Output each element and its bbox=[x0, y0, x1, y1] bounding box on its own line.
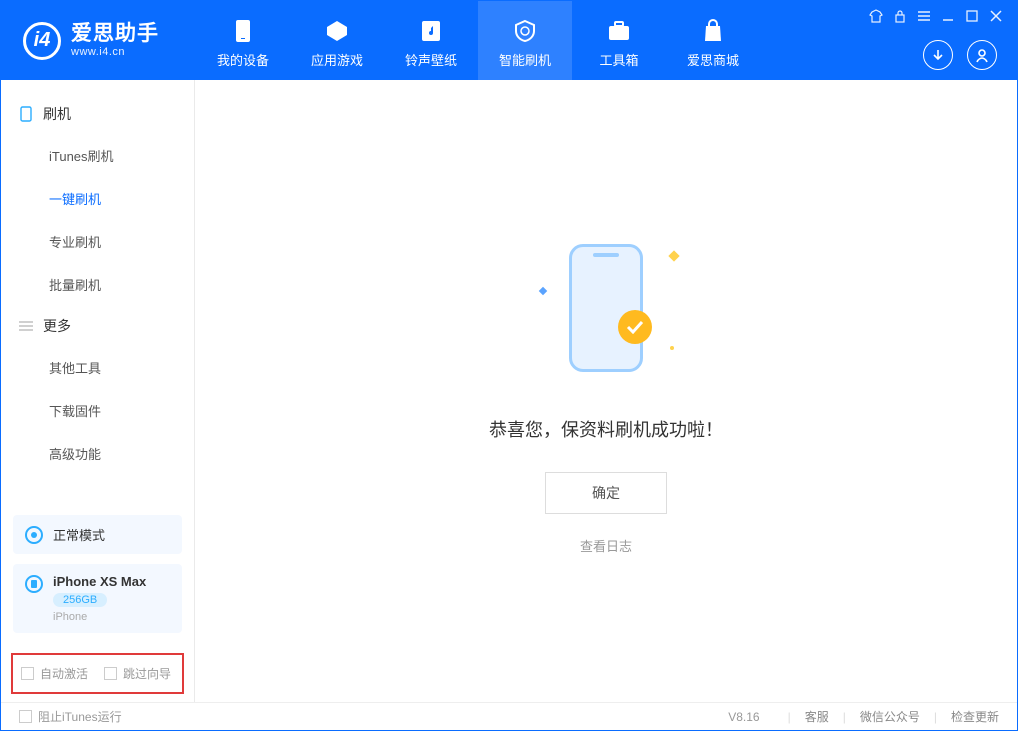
skip-guide-checkbox[interactable]: 跳过向导 bbox=[104, 665, 171, 682]
sidebar-item-itunes-flash[interactable]: iTunes刷机 bbox=[49, 134, 194, 177]
view-log-link[interactable]: 查看日志 bbox=[580, 536, 632, 555]
device-storage-badge: 256GB bbox=[53, 593, 107, 607]
nav-label: 我的设备 bbox=[217, 50, 269, 69]
ok-button[interactable]: 确定 bbox=[545, 472, 667, 514]
nav-apps[interactable]: 应用游戏 bbox=[290, 1, 384, 80]
footer-link-update[interactable]: 检查更新 bbox=[951, 708, 999, 725]
sidebar-item-other-tools[interactable]: 其他工具 bbox=[49, 346, 194, 389]
checkbox-label: 自动激活 bbox=[40, 665, 88, 682]
header-actions bbox=[923, 40, 997, 70]
close-icon[interactable] bbox=[989, 9, 1003, 23]
logo-area: i4 爱思助手 www.i4.cn bbox=[1, 1, 196, 80]
stop-itunes-checkbox[interactable]: 阻止iTunes运行 bbox=[19, 708, 122, 725]
lock-icon[interactable] bbox=[893, 9, 907, 23]
app-header: i4 爱思助手 www.i4.cn 我的设备 应用游戏 铃声壁纸 智能刷机 工具… bbox=[1, 1, 1017, 80]
download-button[interactable] bbox=[923, 40, 953, 70]
mode-icon bbox=[25, 526, 43, 544]
user-button[interactable] bbox=[967, 40, 997, 70]
nav-label: 智能刷机 bbox=[499, 50, 551, 69]
footer-link-support[interactable]: 客服 bbox=[805, 708, 829, 725]
nav-my-device[interactable]: 我的设备 bbox=[196, 1, 290, 80]
app-subtitle: www.i4.cn bbox=[71, 46, 159, 59]
sidebar-item-pro-flash[interactable]: 专业刷机 bbox=[49, 220, 194, 263]
checkbox-icon bbox=[19, 710, 32, 723]
window-controls bbox=[869, 9, 1003, 23]
nav-label: 工具箱 bbox=[599, 50, 638, 69]
checkbox-label: 跳过向导 bbox=[123, 665, 171, 682]
top-nav: 我的设备 应用游戏 铃声壁纸 智能刷机 工具箱 爱思商城 bbox=[196, 1, 760, 80]
checkbox-icon bbox=[21, 667, 34, 680]
footer: 阻止iTunes运行 V8.16 | 客服 | 微信公众号 | 检查更新 bbox=[1, 702, 1017, 730]
mode-card[interactable]: 正常模式 bbox=[13, 515, 182, 554]
shirt-icon[interactable] bbox=[869, 9, 883, 23]
sidebar-item-onekey-flash[interactable]: 一键刷机 bbox=[49, 177, 194, 220]
logo-icon: i4 bbox=[23, 22, 61, 60]
device-card[interactable]: iPhone XS Max 256GB iPhone bbox=[13, 564, 182, 633]
version-label: V8.16 bbox=[728, 710, 759, 724]
app-title: 爱思助手 bbox=[71, 22, 159, 46]
section-title: 刷机 bbox=[43, 104, 71, 124]
toolbox-icon bbox=[606, 18, 632, 44]
sidebar-section-flash: 刷机 bbox=[1, 94, 194, 134]
highlighted-options: 自动激活 跳过向导 bbox=[11, 653, 184, 694]
minimize-icon[interactable] bbox=[941, 9, 955, 23]
sparkle-icon bbox=[670, 346, 674, 350]
sparkle-icon bbox=[539, 286, 547, 294]
app-body: 刷机 iTunes刷机 一键刷机 专业刷机 批量刷机 更多 其他工具 下载固件 … bbox=[1, 80, 1017, 702]
music-icon bbox=[418, 18, 444, 44]
mode-label: 正常模式 bbox=[53, 525, 105, 544]
checkbox-icon bbox=[104, 667, 117, 680]
nav-label: 铃声壁纸 bbox=[405, 50, 457, 69]
sidebar: 刷机 iTunes刷机 一键刷机 专业刷机 批量刷机 更多 其他工具 下载固件 … bbox=[1, 80, 195, 702]
nav-label: 应用游戏 bbox=[311, 50, 363, 69]
bag-icon bbox=[700, 18, 726, 44]
nav-ringtones[interactable]: 铃声壁纸 bbox=[384, 1, 478, 80]
list-icon bbox=[19, 319, 33, 333]
nav-label: 爱思商城 bbox=[687, 50, 739, 69]
footer-link-wechat[interactable]: 微信公众号 bbox=[860, 708, 920, 725]
success-illustration bbox=[526, 228, 686, 388]
device-name: iPhone XS Max bbox=[53, 574, 146, 589]
nav-mall[interactable]: 爱思商城 bbox=[666, 1, 760, 80]
sidebar-item-advanced[interactable]: 高级功能 bbox=[49, 432, 194, 475]
checkbox-label: 阻止iTunes运行 bbox=[38, 708, 122, 725]
device-type: iPhone bbox=[53, 611, 146, 623]
cube-icon bbox=[324, 18, 350, 44]
main-content: 恭喜您，保资料刷机成功啦！ 确定 查看日志 bbox=[195, 80, 1017, 702]
device-icon bbox=[25, 575, 43, 593]
phone-graphic bbox=[569, 244, 643, 372]
maximize-icon[interactable] bbox=[965, 9, 979, 23]
sidebar-item-batch-flash[interactable]: 批量刷机 bbox=[49, 263, 194, 306]
success-message: 恭喜您，保资料刷机成功啦！ bbox=[489, 416, 723, 442]
auto-activate-checkbox[interactable]: 自动激活 bbox=[21, 665, 88, 682]
menu-icon[interactable] bbox=[917, 9, 931, 23]
sparkle-icon bbox=[668, 250, 679, 261]
sidebar-item-download-fw[interactable]: 下载固件 bbox=[49, 389, 194, 432]
sidebar-section-more: 更多 bbox=[1, 306, 194, 346]
section-title: 更多 bbox=[43, 316, 71, 336]
phone-outline-icon bbox=[19, 107, 33, 121]
refresh-shield-icon bbox=[512, 18, 538, 44]
checkmark-badge-icon bbox=[618, 310, 652, 344]
phone-icon bbox=[230, 18, 256, 44]
nav-smart-flash[interactable]: 智能刷机 bbox=[478, 1, 572, 80]
nav-toolbox[interactable]: 工具箱 bbox=[572, 1, 666, 80]
